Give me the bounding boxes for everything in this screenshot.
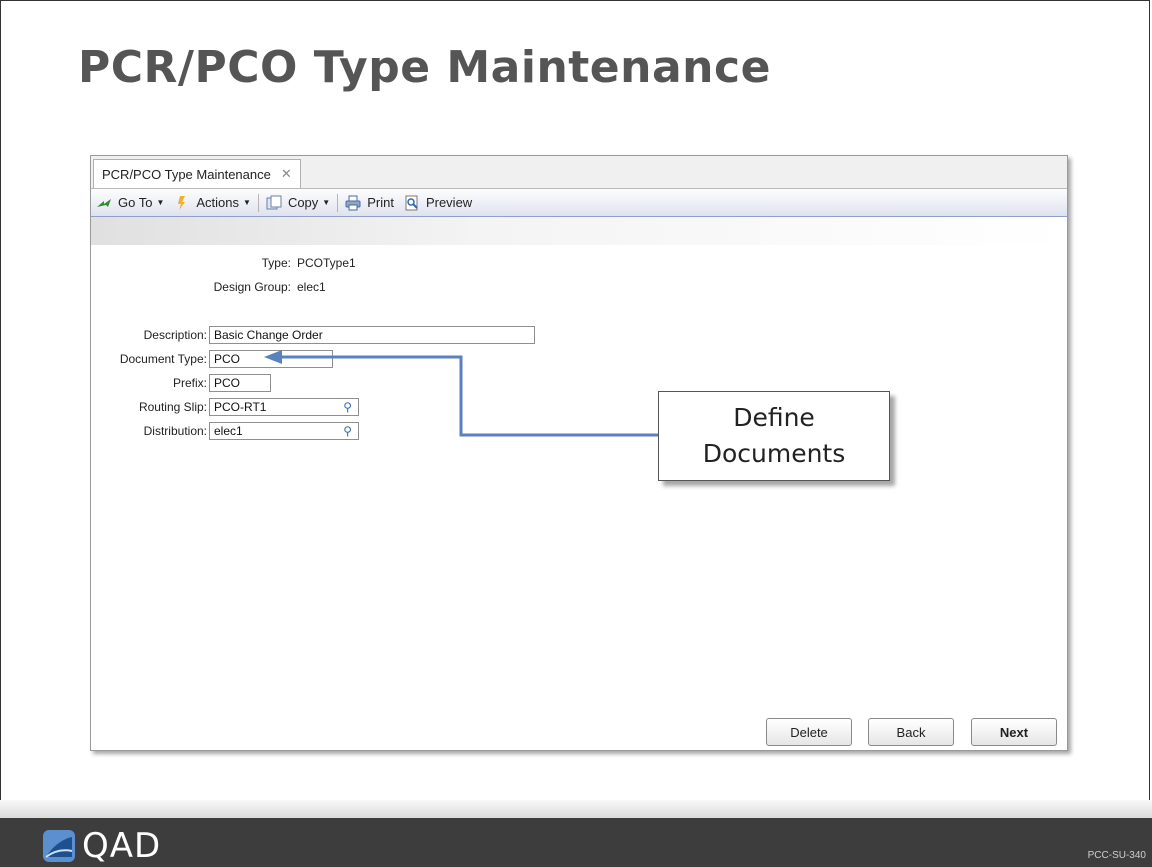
logo: QAD	[42, 826, 161, 866]
callout-box: Define Documents	[658, 391, 890, 481]
callout-line-1: Define	[733, 403, 815, 432]
callout-line-2: Documents	[702, 439, 846, 468]
logo-text: QAD	[82, 826, 162, 866]
callout-arrow	[264, 350, 660, 437]
footer-band	[0, 818, 1152, 867]
slide-code: PCC-SU-340	[1087, 850, 1146, 861]
qad-logo-icon	[43, 830, 75, 862]
